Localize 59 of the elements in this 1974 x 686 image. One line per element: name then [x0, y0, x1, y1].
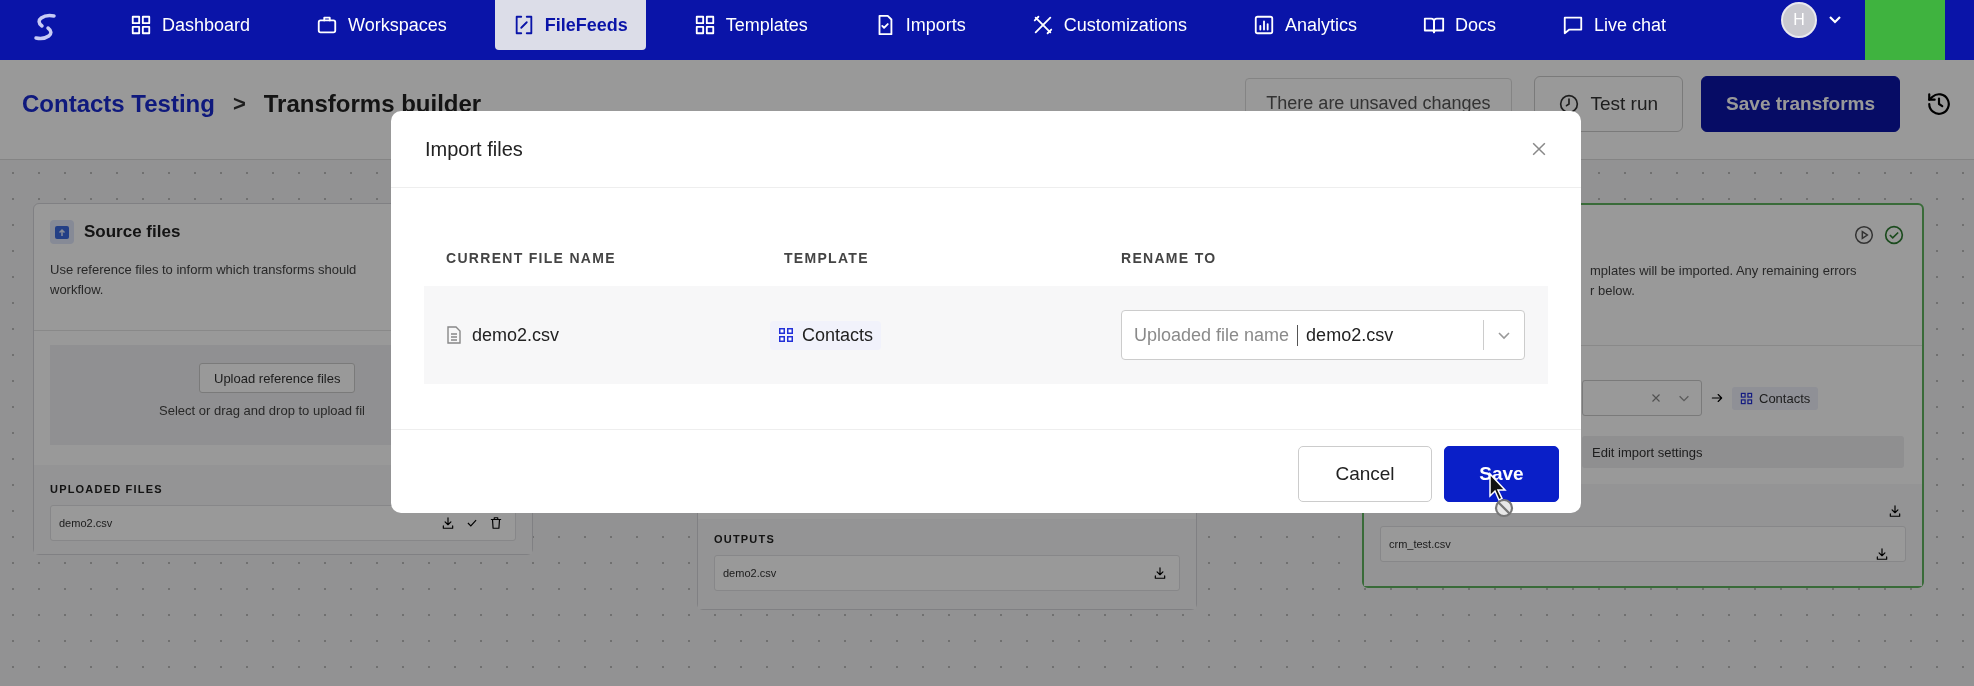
dialog-title: Import files: [425, 137, 523, 161]
card-description: mplates will be imported. Any remaining errors: [1590, 262, 1857, 280]
nav-item[interactable]: Templates: [675, 0, 826, 50]
nav-item[interactable]: Dashboard: [112, 0, 269, 50]
download-icon[interactable]: [1888, 504, 1902, 518]
grid-icon: [130, 14, 152, 36]
column-header: TEMPLATE: [783, 249, 870, 268]
save-transforms-button[interactable]: Save transforms: [1701, 75, 1900, 132]
file-name: crm_test.csv: [1389, 538, 1452, 550]
file-row[interactable]: crm_test.csv: [1380, 526, 1906, 562]
download-icon[interactable]: [441, 516, 455, 530]
history-icon[interactable]: [1926, 90, 1952, 117]
tag-label: Contacts: [802, 324, 874, 346]
tag-label: Contacts: [1759, 390, 1811, 406]
bar-chart-icon: [1252, 14, 1275, 36]
section-label: UPLOADED FILES: [50, 483, 164, 495]
breadcrumb-link[interactable]: Contacts Testing: [22, 89, 215, 118]
upload-button[interactable]: Upload reference files: [199, 363, 356, 393]
table-cell: demo2.csv: [472, 324, 560, 346]
grid-icon: [778, 327, 794, 343]
clock-icon: [1558, 93, 1579, 114]
download-icon[interactable]: [1875, 547, 1889, 561]
grid-icon: [1740, 391, 1753, 405]
nav-item[interactable]: Workspaces: [298, 0, 465, 50]
card-title: Source files: [84, 222, 181, 242]
card-description: r below.: [1590, 282, 1635, 300]
tools-icon: [1031, 14, 1054, 36]
nav-item[interactable]: Imports: [855, 0, 984, 50]
briefcase-icon: [316, 14, 339, 36]
nav-item[interactable]: Analytics: [1234, 0, 1375, 50]
column-header: CURRENT FILE NAME: [445, 249, 617, 268]
file-row[interactable]: demo2.csv: [714, 555, 1180, 591]
card-description: workflow.: [50, 281, 104, 299]
save-button[interactable]: Save: [1444, 446, 1559, 502]
card-description: Use reference files to inform which transforms should: [50, 261, 357, 279]
file-name: demo2.csv: [723, 567, 778, 579]
select-prefix: Uploaded file name: [1134, 324, 1299, 346]
play-icon[interactable]: [1854, 225, 1874, 245]
section-label: OUTPUTS: [714, 533, 776, 545]
file-row[interactable]: demo2.csv: [50, 505, 516, 541]
edit-import-settings-button[interactable]: Edit import settings: [1582, 436, 1904, 468]
nav-item[interactable]: Live chat: [1543, 0, 1684, 50]
file-name: demo2.csv: [59, 517, 114, 529]
calendar-icon: [50, 220, 74, 244]
rename-select[interactable]: Uploaded file name demo2.csv: [1121, 310, 1525, 360]
chat-icon: [1561, 14, 1584, 36]
select-value: demo2.csv: [1305, 324, 1395, 346]
trash-icon[interactable]: [489, 516, 503, 530]
column-header: RENAME TO: [1120, 249, 1218, 268]
cancel-button[interactable]: Cancel: [1298, 446, 1432, 502]
grid-icon: [693, 14, 716, 36]
document-icon: [446, 326, 462, 344]
upload-hint: Select or drag and drop to upload fil: [159, 403, 366, 418]
download-icon[interactable]: [1153, 566, 1167, 580]
nav-item[interactable]: FileFeeds: [494, 0, 646, 50]
arrow-right-icon: [1710, 391, 1724, 405]
nav-item[interactable]: Customizations: [1013, 0, 1205, 50]
nav-item[interactable]: Docs: [1404, 0, 1514, 50]
breadcrumb-separator: >: [232, 90, 246, 117]
